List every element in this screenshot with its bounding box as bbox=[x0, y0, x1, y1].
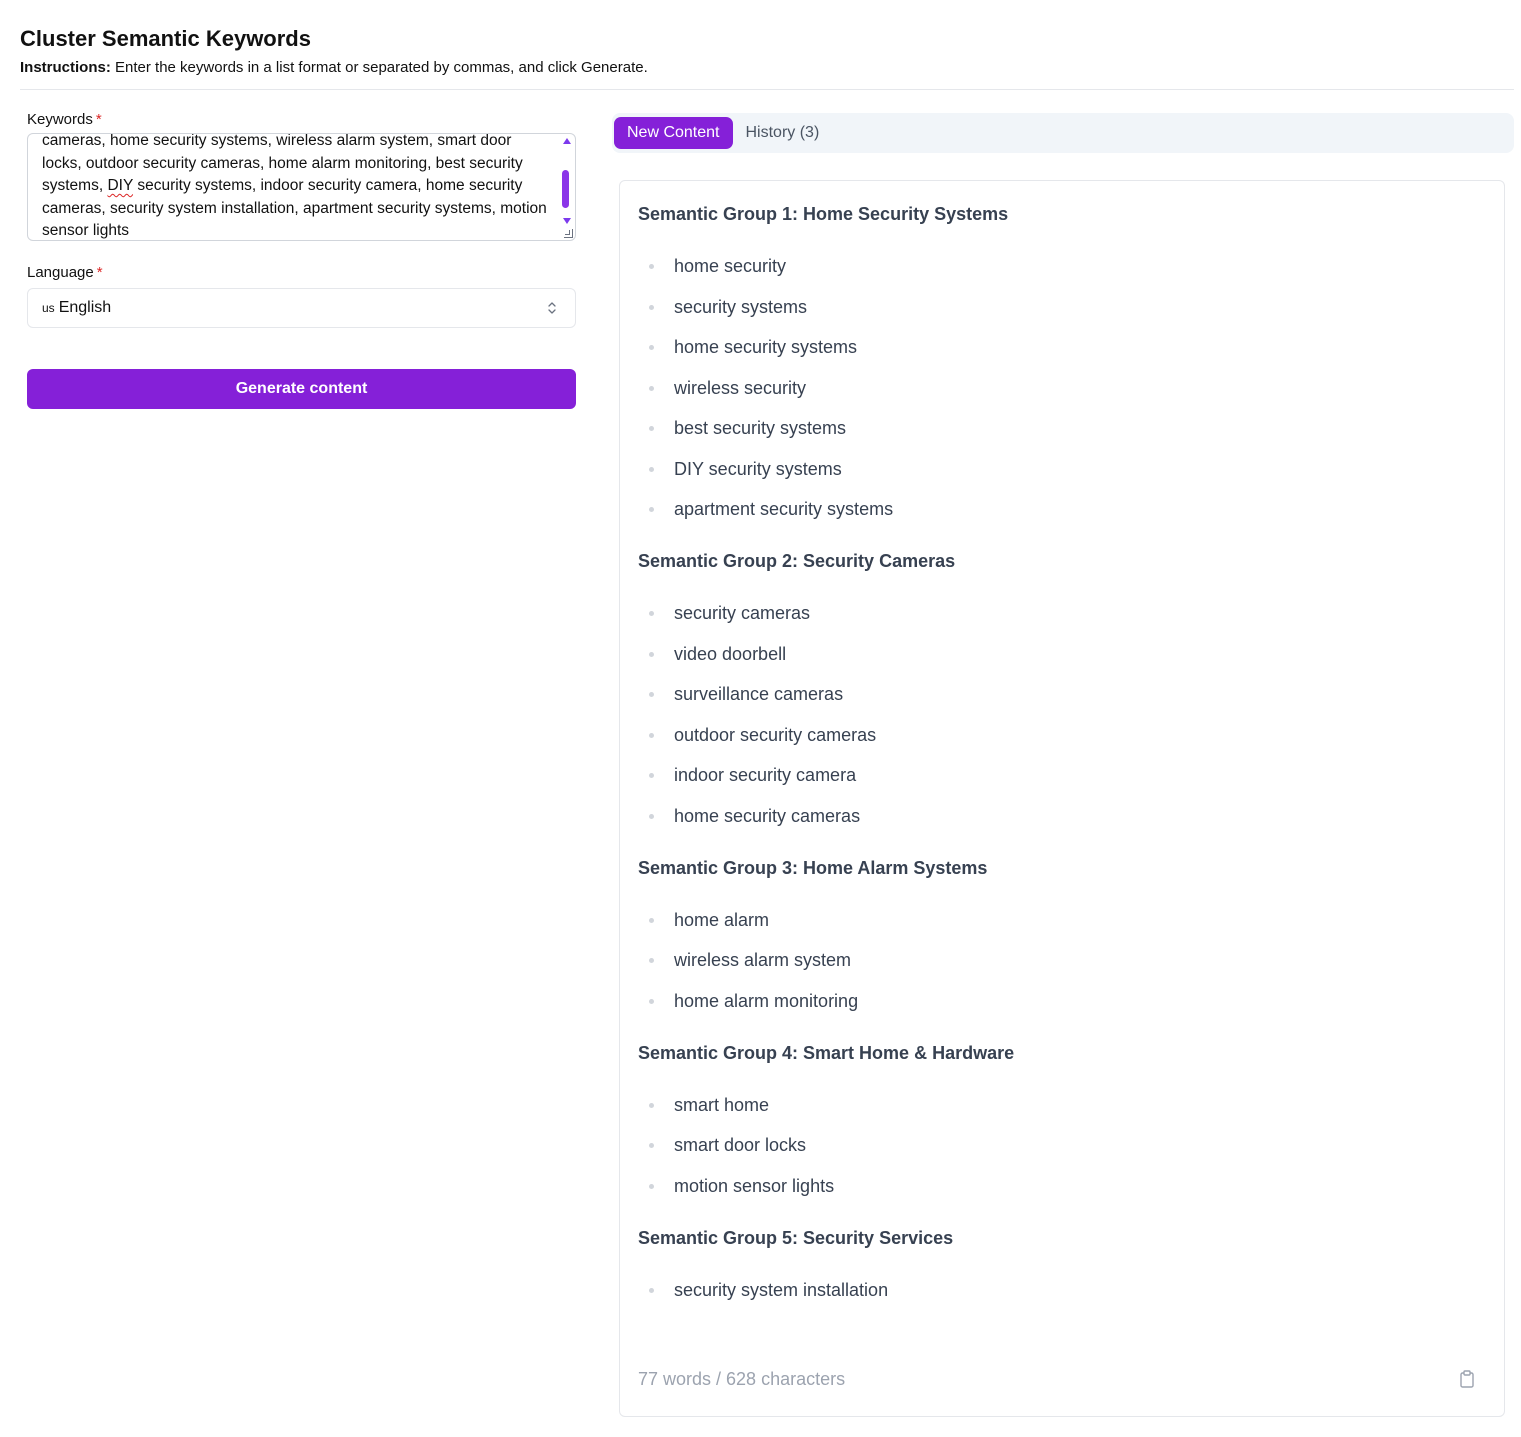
flag-icon: us bbox=[42, 301, 55, 315]
language-label-text: Language bbox=[27, 264, 94, 281]
keyword-item: smart home bbox=[638, 1093, 1488, 1117]
misspelled-word: DIY bbox=[107, 177, 134, 194]
keyword-item: indoor security camera bbox=[638, 763, 1488, 787]
language-value: English bbox=[58, 299, 112, 316]
keyword-item: surveillance cameras bbox=[638, 682, 1488, 706]
generate-content-button[interactable]: Generate content bbox=[27, 369, 576, 409]
keyword-list: smart home smart door locks motion sensor … bbox=[638, 1093, 1488, 1198]
keyword-item: security cameras bbox=[638, 601, 1488, 625]
instructions: Instructions: Enter the keywords in a li… bbox=[20, 58, 1514, 78]
page-title: Cluster Semantic Keywords bbox=[20, 26, 311, 51]
keywords-textarea-text[interactable]: cameras, home security systems, wireless… bbox=[42, 134, 554, 240]
semantic-group-4: Semantic Group 4: Smart Home & Hardware … bbox=[638, 1040, 1488, 1198]
keywords-textarea[interactable]: cameras, home security systems, wireless… bbox=[27, 133, 576, 241]
header-divider bbox=[20, 89, 1514, 90]
keyword-item: smart door locks bbox=[638, 1133, 1488, 1157]
input-panel: Keywords * cameras, home security systems… bbox=[27, 108, 576, 409]
clipboard-icon[interactable] bbox=[1460, 1370, 1474, 1388]
language-label: Language * bbox=[27, 261, 576, 285]
keyword-item: security system installation bbox=[638, 1278, 1488, 1302]
group-title: Semantic Group 4: Smart Home & Hardware bbox=[638, 1042, 1015, 1063]
semantic-group-5: Semantic Group 5: Security Services secu… bbox=[638, 1225, 1488, 1302]
textarea-scrollbar[interactable] bbox=[561, 136, 573, 228]
keyword-item: home alarm monitoring bbox=[638, 989, 1488, 1013]
page-header: Cluster Semantic Keywords Instructions: … bbox=[20, 24, 1514, 78]
keyword-item: outdoor security cameras bbox=[638, 723, 1488, 747]
instructions-text: Enter the keywords in a list format or s… bbox=[110, 59, 648, 76]
word-character-count: 77 words / 628 characters bbox=[638, 1369, 846, 1389]
scroll-thumb[interactable] bbox=[562, 170, 569, 208]
keywords-label: Keywords * bbox=[27, 108, 576, 132]
keyword-item: security systems bbox=[638, 295, 1488, 319]
group-title: Semantic Group 2: Security Cameras bbox=[638, 551, 956, 571]
required-mark: * bbox=[96, 264, 103, 281]
keyword-list: security cameras video doorbell surveillan… bbox=[638, 601, 1488, 828]
result-card: Semantic Group 1: Home Security Systems … bbox=[619, 180, 1505, 1417]
result-tabs: New Content History (3) bbox=[612, 113, 1514, 153]
keyword-item: home security systems bbox=[638, 335, 1488, 359]
keyword-item: video doorbell bbox=[638, 642, 1488, 666]
keyword-item: wireless security bbox=[638, 376, 1488, 400]
group-title: Semantic Group 5: Security Services bbox=[638, 1227, 954, 1248]
keyword-list: home alarm wireless alarm system home alar… bbox=[638, 908, 1488, 1013]
keyword-item: best security systems bbox=[638, 416, 1488, 440]
semantic-groups: Semantic Group 1: Home Security Systems … bbox=[638, 201, 1488, 1329]
keyword-item: motion sensor lights bbox=[638, 1174, 1488, 1198]
group-title: Semantic Group 1: Home Security Systems bbox=[638, 204, 1009, 224]
required-mark: * bbox=[95, 111, 102, 128]
keyword-item: home security bbox=[638, 254, 1488, 278]
scroll-up-arrow-icon[interactable] bbox=[563, 138, 571, 144]
tab-new-content[interactable]: New Content bbox=[614, 117, 733, 149]
keyword-item: home security cameras bbox=[638, 804, 1488, 828]
keyword-item: home alarm bbox=[638, 908, 1488, 932]
tab-history[interactable]: History (3) bbox=[733, 117, 833, 149]
keyword-item: wireless alarm system bbox=[638, 948, 1488, 972]
resize-grip-icon[interactable] bbox=[564, 229, 573, 238]
keywords-label-text: Keywords bbox=[27, 111, 93, 128]
keyword-list: security system installation bbox=[638, 1278, 1488, 1302]
keyword-list: home security security systems home securi… bbox=[638, 254, 1488, 521]
language-select[interactable]: us English bbox=[27, 288, 576, 328]
group-title: Semantic Group 3: Home Alarm Systems bbox=[638, 857, 988, 878]
scroll-down-arrow-icon[interactable] bbox=[563, 218, 571, 224]
chevron-updown-icon bbox=[548, 302, 556, 314]
instructions-label: Instructions: bbox=[20, 59, 111, 76]
semantic-group-2: Semantic Group 2: Security Cameras secur… bbox=[638, 548, 1488, 828]
keyword-item: apartment security systems bbox=[638, 497, 1488, 521]
semantic-group-1: Semantic Group 1: Home Security Systems … bbox=[638, 201, 1488, 521]
semantic-group-3: Semantic Group 3: Home Alarm Systems hom… bbox=[638, 855, 1488, 1013]
keyword-item: DIY security systems bbox=[638, 457, 1488, 481]
